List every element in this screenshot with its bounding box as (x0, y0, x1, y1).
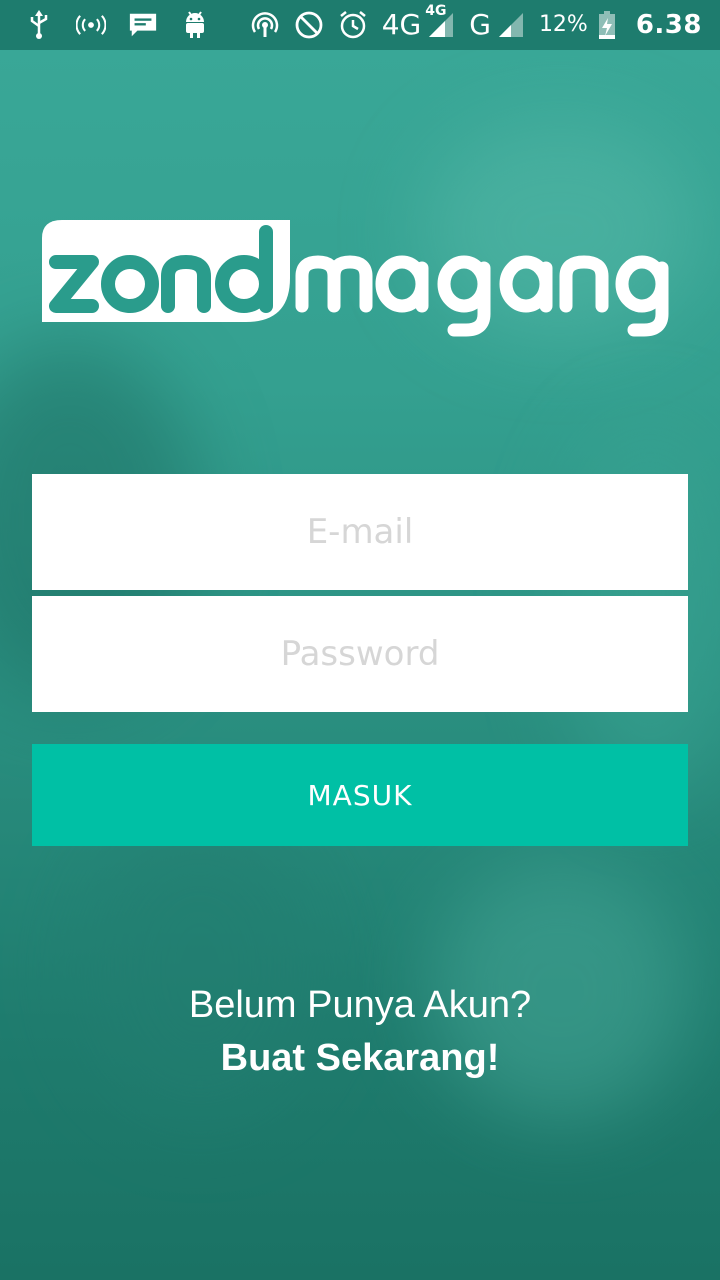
android-icon (180, 10, 210, 40)
signal-icon: 4G (425, 4, 455, 40)
message-icon (128, 10, 158, 40)
usb-icon (24, 10, 54, 40)
second-network-label: G (469, 8, 491, 41)
cast-icon (250, 10, 280, 40)
signup-prompt: Belum Punya Akun? Buat Sekarang! (0, 980, 720, 1086)
login-button[interactable]: MASUK (32, 744, 688, 846)
password-field[interactable] (32, 596, 688, 712)
signal-icon (495, 10, 525, 40)
hotspot-icon (76, 10, 106, 40)
alarm-icon (338, 10, 368, 40)
status-bar: 4G 4G G 12% 6.38 (0, 0, 720, 50)
email-field[interactable] (32, 474, 688, 590)
login-screen: 4G 4G G 12% 6.38 E-mail MASUK Belum Puny… (0, 0, 720, 1280)
battery-percent: 12% (538, 12, 588, 37)
network-type-label: 4G (381, 8, 422, 41)
app-logo (40, 218, 680, 338)
battery-icon (592, 10, 622, 40)
network-sub-label: 4G (425, 3, 447, 19)
signup-question: Belum Punya Akun? (188, 984, 532, 1026)
block-icon (294, 10, 324, 40)
signup-link[interactable]: Buat Sekarang! (0, 1030, 720, 1086)
clock-time: 6.38 (635, 10, 702, 40)
